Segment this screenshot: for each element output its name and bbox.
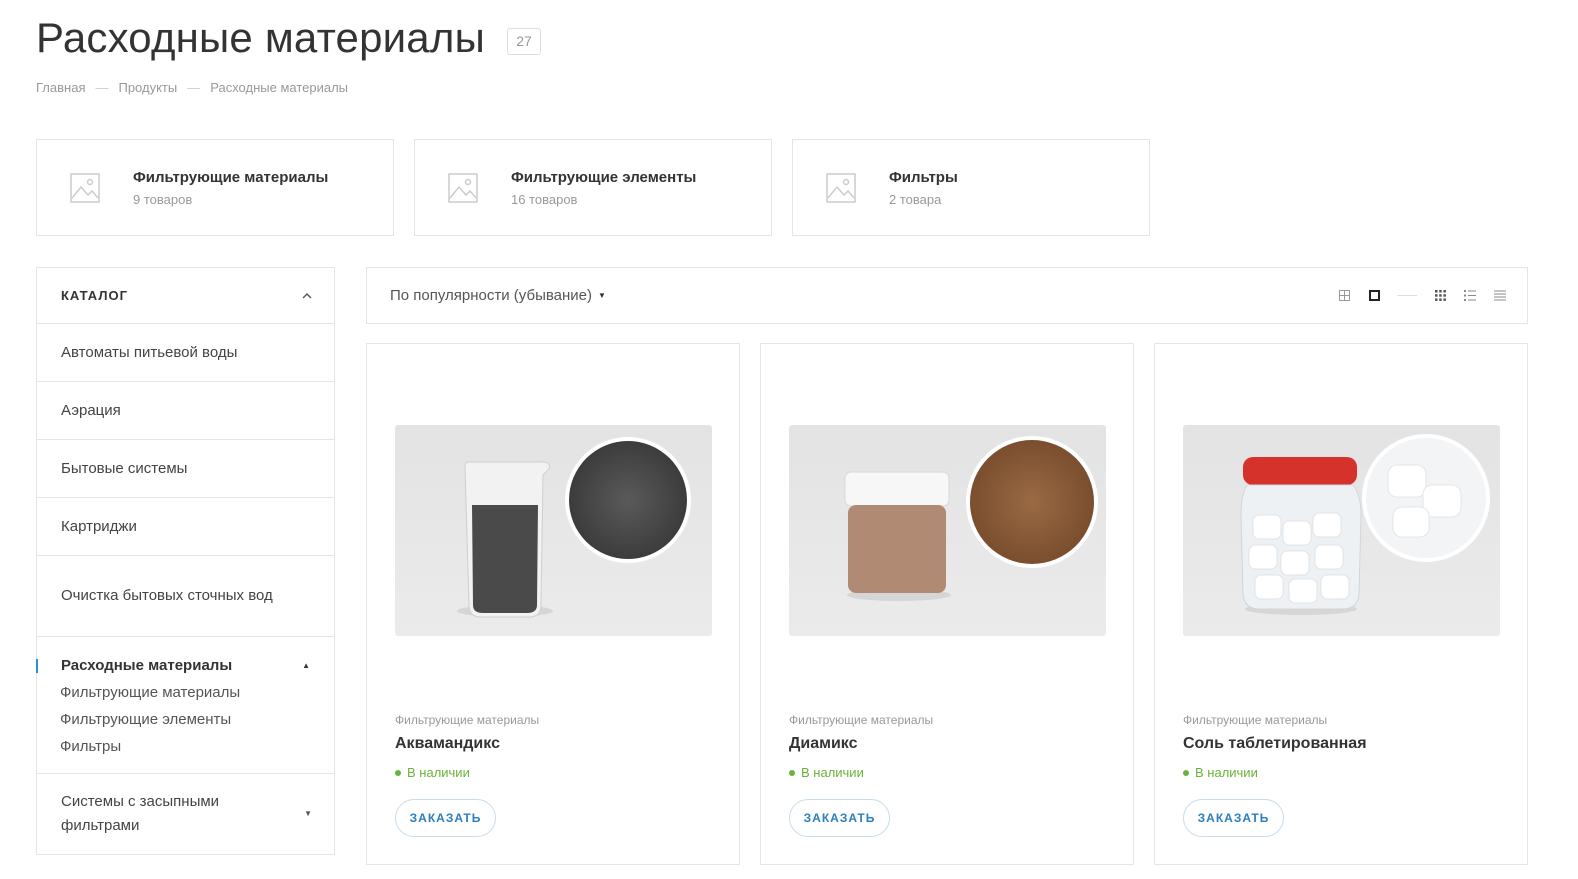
view-divider [1397, 294, 1417, 296]
catalog-header[interactable]: КАТАЛОГ [37, 268, 334, 324]
chevron-up-icon[interactable] [302, 292, 312, 299]
product-title[interactable]: Диамикс [789, 735, 858, 753]
stock-status: В наличии [395, 765, 470, 780]
breadcrumb-current: Расходные материалы [210, 80, 349, 95]
product-image[interactable] [395, 425, 712, 636]
table-view-icon[interactable] [1493, 288, 1507, 302]
catalog-title: КАТАЛОГ [61, 288, 128, 303]
sidebar-item-household[interactable]: Бытовые системы [37, 440, 334, 498]
product-count-badge: 27 [507, 28, 541, 55]
subcategory-name: Фильтрующие материалы [133, 168, 329, 186]
image-placeholder-icon [826, 172, 856, 203]
sidebar-item-label: Бытовые системы [61, 460, 188, 477]
sidebar-item-label: Картриджи [61, 518, 137, 535]
product-title[interactable]: Соль таблетированная [1183, 735, 1367, 753]
caret-down-icon: ▼ [598, 291, 606, 300]
sidebar-subitem[interactable]: Фильтрующие материалы [60, 684, 310, 701]
tile-view-icon[interactable] [1367, 288, 1381, 302]
stock-status: В наличии [1183, 765, 1258, 780]
subcategory-count: 2 товара [889, 191, 942, 207]
subcategory-card[interactable]: Фильтрующие элементы 16 товаров [414, 139, 772, 236]
stock-label: В наличии [801, 765, 864, 780]
sidebar-item-aeration[interactable]: Аэрация [37, 382, 334, 440]
product-grid: Фильтрующие материалы Аквамандикс В нали… [366, 343, 1528, 865]
sidebar-item-cartridges[interactable]: Картриджи [37, 498, 334, 556]
subcategory-card[interactable]: Фильтрующие материалы 9 товаров [36, 139, 394, 236]
catalog-sidebar: КАТАЛОГ Автоматы питьевой воды Аэрация Б… [36, 267, 335, 855]
order-button[interactable]: ЗАКАЗАТЬ [789, 799, 890, 837]
subcategory-count: 16 товаров [511, 191, 578, 207]
sort-toolbar: По популярности (убывание) ▼ [366, 267, 1528, 324]
view-switcher [1337, 288, 1507, 302]
subcategory-name: Фильтры [889, 168, 958, 186]
list-view-icon[interactable] [1463, 288, 1477, 302]
breadcrumb-home[interactable]: Главная [36, 80, 85, 95]
subcategory-card[interactable]: Фильтры 2 товара [792, 139, 1150, 236]
subcategory-list: Фильтрующие материалы 9 товаров Фильтрую… [36, 139, 1150, 236]
stock-dot-icon [1183, 769, 1189, 776]
sidebar-item-label: Автоматы питьевой воды [61, 344, 238, 361]
subcategory-name: Фильтрующие элементы [511, 168, 697, 186]
sidebar-item-label: Системы с засыпными фильтрами [61, 793, 220, 834]
page-title: Расходные материалы [36, 14, 485, 61]
stock-status: В наличии [789, 765, 864, 780]
order-button[interactable]: ЗАКАЗАТЬ [1183, 799, 1284, 837]
sort-select[interactable]: По популярности (убывание) ▼ [390, 287, 606, 304]
product-image[interactable] [1183, 425, 1500, 636]
product-title[interactable]: Аквамандикс [395, 735, 500, 753]
sidebar-item-label: Очистка бытовых сточных вод [61, 587, 273, 604]
sidebar-item-wastewater[interactable]: Очистка бытовых сточных вод [37, 556, 334, 637]
caret-down-icon[interactable]: ▼ [304, 802, 312, 826]
order-button[interactable]: ЗАКАЗАТЬ [395, 799, 496, 837]
sidebar-item-label: Расходные материалы [61, 657, 233, 674]
product-category: Фильтрующие материалы [789, 713, 934, 727]
stock-dot-icon [395, 769, 401, 776]
sidebar-item-label: Аэрация [61, 402, 121, 419]
sidebar-active-row[interactable]: Расходные материалы ▲ [61, 657, 310, 674]
product-category: Фильтрующие материалы [1183, 713, 1328, 727]
stock-dot-icon [789, 769, 795, 776]
subcategory-count: 9 товаров [133, 191, 193, 207]
product-card[interactable]: Фильтрующие материалы Аквамандикс В нали… [366, 343, 740, 865]
product-card[interactable]: Фильтрующие материалы Диамикс В наличии … [760, 343, 1134, 865]
sidebar-subitem[interactable]: Фильтрующие элементы [60, 711, 310, 728]
sort-label: По популярности (убывание) [390, 287, 592, 304]
breadcrumb: Главная — Продукты — Расходные материалы [36, 80, 348, 95]
image-placeholder-icon [448, 172, 478, 203]
grid-large-view-icon[interactable] [1337, 288, 1351, 302]
product-card[interactable]: Фильтрующие материалы Соль таблетированн… [1154, 343, 1528, 865]
stock-label: В наличии [407, 765, 470, 780]
product-image[interactable] [789, 425, 1106, 636]
sidebar-item-bulk-filters[interactable]: Системы с засыпными фильтрами ▼ [37, 774, 334, 855]
grid-small-view-icon[interactable] [1433, 288, 1447, 302]
breadcrumb-products[interactable]: Продукты [118, 80, 177, 95]
sidebar-subitem[interactable]: Фильтры [60, 738, 310, 755]
sidebar-item-vending[interactable]: Автоматы питьевой воды [37, 324, 334, 382]
product-category: Фильтрующие материалы [395, 713, 540, 727]
caret-up-icon[interactable]: ▲ [302, 661, 310, 670]
breadcrumb-separator: — [187, 80, 201, 95]
breadcrumb-separator: — [95, 80, 109, 95]
image-placeholder-icon [70, 172, 100, 203]
sidebar-item-consumables: Расходные материалы ▲ Фильтрующие матери… [36, 637, 334, 774]
stock-label: В наличии [1195, 765, 1258, 780]
